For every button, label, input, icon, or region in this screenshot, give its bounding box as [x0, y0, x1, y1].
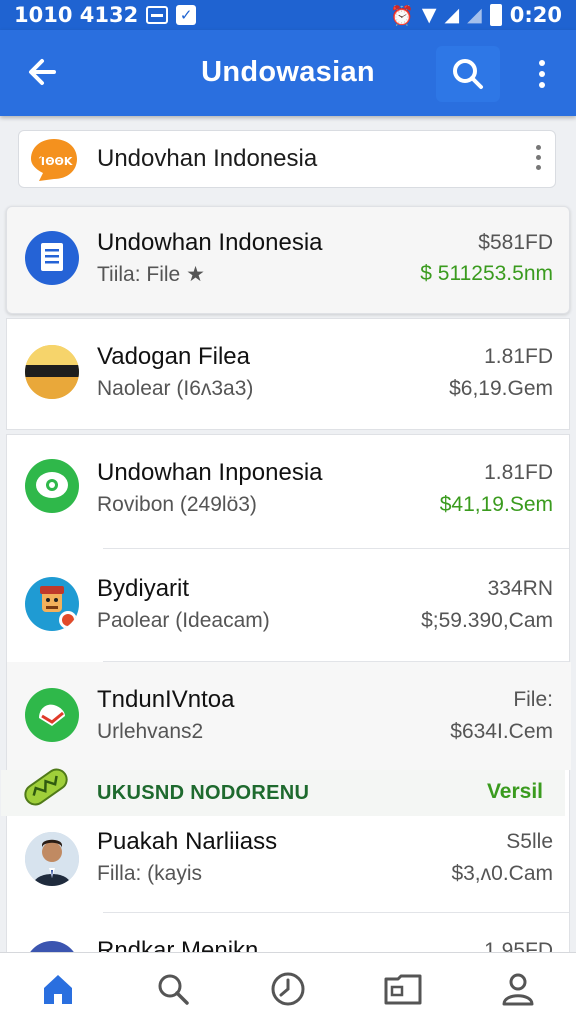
item-subtitle: Filla: (kayis [97, 862, 203, 885]
nav-profile[interactable] [488, 959, 548, 1019]
app-bar: Undowasian [0, 30, 576, 116]
header-more-icon[interactable] [536, 145, 541, 170]
status-bar: 1010 4132 ✓ ⏰ ▼ ◢ ◢ 0:20 [0, 0, 576, 30]
brand-logo-icon: ΊΘΘΚ [29, 137, 79, 183]
item-subtitle: Tiila: File ★ [97, 263, 205, 286]
message-icon [146, 6, 169, 24]
item-value-bottom: $6,19.Gem [449, 377, 553, 400]
item-subtitle: Urlehvans2 [97, 720, 204, 743]
list-item[interactable]: Bydiyarit Paolear (Ideacam) 334RN $;59.3… [7, 549, 571, 661]
list-item[interactable]: Rndkar Menikn 1.95FD [7, 913, 571, 953]
status-time-left: 1010 4132 [14, 3, 139, 27]
home-icon [43, 975, 72, 1004]
nav-history[interactable] [258, 959, 318, 1019]
item-name: Puakah Narliiass [97, 828, 278, 855]
item-name: Undowhan Inponesia [97, 459, 323, 486]
signal-icon: ◢ [444, 4, 460, 26]
item-value-top: S5lle [506, 830, 553, 853]
item-value-bottom: $634I.Cem [450, 720, 553, 743]
search-icon [453, 59, 483, 89]
svg-text:ΊΘΘΚ: ΊΘΘΚ [38, 155, 73, 168]
list-item[interactable]: Puakah Narliiass Filla: (kayis S5lle $3,… [7, 816, 571, 912]
list-item[interactable]: Vadogan Filea Naolear (I6ʌ3a3) 1.81FD $6… [7, 319, 571, 431]
list-card-group: Undowhan Inponesia Rovibon (249lö3) 1.81… [1, 434, 571, 954]
nav-search[interactable] [143, 959, 203, 1019]
item-value-top: 1.81FD [484, 461, 553, 484]
nav-home[interactable] [28, 959, 88, 1019]
status-left: 1010 4132 ✓ [14, 3, 197, 27]
alarm-icon: ⏰ [390, 4, 414, 27]
chat-icon [25, 459, 79, 513]
item-name: Vadogan Filea [97, 343, 250, 370]
header-title: Undovhan Indonesia [97, 145, 318, 172]
item-name: Undowhan Indonesia [97, 229, 323, 256]
item-value-bottom: $ 511253.5nm [420, 262, 553, 285]
item-value-top: 334RN [487, 577, 553, 600]
list-item[interactable]: Undowhan Inponesia Rovibon (249lö3) 1.81… [7, 435, 571, 549]
item-value-top: $581FD [478, 231, 553, 254]
history-icon [271, 972, 305, 1006]
nav-folder[interactable] [373, 959, 433, 1019]
landscape-icon [25, 345, 79, 399]
pill-icon [19, 760, 73, 814]
item-subtitle: Rovibon (249lö3) [97, 493, 257, 516]
section-header: UKUSND NODORENU Versil [1, 768, 565, 816]
item-value-bottom: $;59.390,Cam [421, 609, 553, 632]
status-time-right: 0:20 [509, 3, 562, 27]
section-label: UKUSND NODORENU [97, 782, 310, 804]
mail-icon [25, 688, 79, 742]
bottom-nav [0, 952, 576, 1025]
search-icon [158, 974, 189, 1005]
profile-icon [502, 973, 534, 1006]
wifi-icon: ▼ [421, 4, 437, 26]
section-right-label[interactable]: Versil [487, 780, 543, 804]
folder-icon [384, 974, 422, 1005]
list-item[interactable]: Undowhan Indonesia Tiila: File ★ $581FD … [7, 207, 571, 315]
status-right: ⏰ ▼ ◢ ◢ 0:20 [390, 3, 562, 27]
list-item[interactable]: TndunIVntoa Urlehvans2 File: $634I.Cem [7, 662, 571, 770]
item-value-top: File: [513, 688, 553, 711]
account-header[interactable]: ΊΘΘΚ Undovhan Indonesia [18, 130, 556, 188]
character-avatar-icon [25, 577, 79, 631]
list-card-featured[interactable]: Undowhan Indonesia Tiila: File ★ $581FD … [6, 206, 570, 314]
item-name: Bydiyarit [97, 575, 190, 602]
person-avatar [25, 832, 79, 886]
item-name: TndunIVntoa [97, 686, 235, 713]
item-subtitle: Paolear (Ideacam) [97, 609, 270, 632]
more-vert-icon[interactable] [522, 52, 562, 96]
item-value-top: 1.95FD [484, 939, 553, 953]
list-card[interactable]: Vadogan Filea Naolear (I6ʌ3a3) 1.81FD $6… [6, 318, 570, 430]
item-name: Rndkar Menikn [97, 937, 259, 953]
document-icon [25, 231, 79, 285]
search-button[interactable] [436, 46, 500, 102]
item-value-top: 1.81FD [484, 345, 553, 368]
battery-icon [489, 4, 502, 26]
check-icon: ✓ [176, 5, 197, 25]
item-value-bottom: $3,ʌ0.Cam [451, 862, 553, 885]
item-value-bottom: $41,19.Sem [439, 493, 553, 516]
signal-icon-2: ◢ [467, 4, 482, 26]
item-subtitle: Naolear (I6ʌ3a3) [97, 377, 254, 400]
